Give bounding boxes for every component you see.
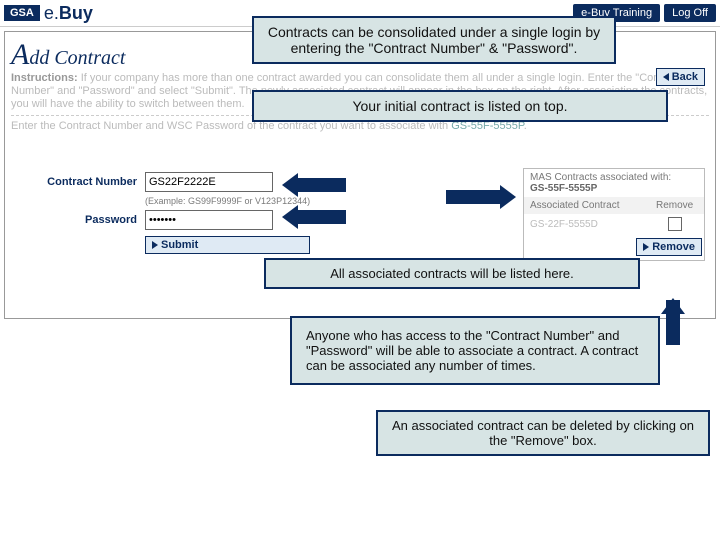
chevron-right-icon xyxy=(152,241,158,249)
associate-form: Contract Number (Example: GS99F9999F or … xyxy=(17,172,310,254)
callout-listed: All associated contracts will be listed … xyxy=(264,258,640,289)
callout-consolidate: Contracts can be consolidated under a si… xyxy=(252,16,616,64)
contract-number-label: Contract Number xyxy=(17,176,145,188)
callout-access: Anyone who has access to the "Contract N… xyxy=(290,316,660,385)
submit-button[interactable]: Submit xyxy=(145,236,310,254)
callout-delete: An associated contract can be deleted by… xyxy=(376,410,710,456)
arrow-left-icon xyxy=(296,210,346,224)
ebuy-logo: e.Buy xyxy=(44,3,93,24)
assoc-row-contract: GS-22F-5555D xyxy=(524,214,645,234)
password-label: Password xyxy=(17,214,145,226)
chevron-right-icon xyxy=(643,243,649,251)
arrow-right-icon xyxy=(446,190,502,204)
password-input[interactable] xyxy=(145,210,273,230)
gsa-logo: GSA xyxy=(4,5,40,21)
logoff-button[interactable]: Log Off xyxy=(664,4,716,22)
assoc-header: MAS Contracts associated with:GS-55F-555… xyxy=(524,169,704,197)
arrow-left-icon xyxy=(296,178,346,192)
arrow-up-icon xyxy=(666,300,680,345)
remove-button[interactable]: Remove xyxy=(636,238,702,256)
callout-initial: Your initial contract is listed on top. xyxy=(252,90,668,122)
assoc-col-remove: Remove xyxy=(645,197,704,214)
back-button[interactable]: Back xyxy=(656,68,705,86)
contract-number-input[interactable] xyxy=(145,172,273,192)
associated-contracts-box: MAS Contracts associated with:GS-55F-555… xyxy=(523,168,705,261)
assoc-col-contract: Associated Contract xyxy=(524,197,645,214)
chevron-left-icon xyxy=(663,73,669,81)
remove-checkbox[interactable] xyxy=(668,217,682,231)
